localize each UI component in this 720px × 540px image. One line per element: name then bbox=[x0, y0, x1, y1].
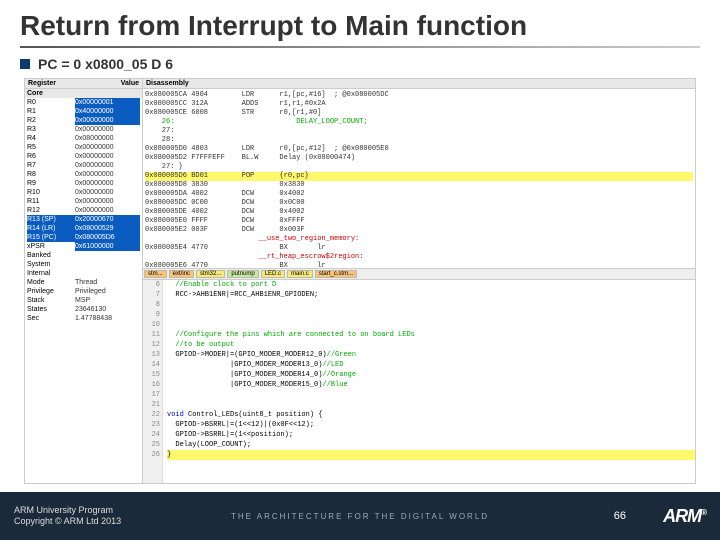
disasm-row[interactable]: 0x080005CA 4904 LDR r1,[pc,#16] ; @0x080… bbox=[145, 91, 693, 100]
disasm-row[interactable]: __use_two_region_memory: bbox=[145, 235, 693, 244]
editor-tab[interactable]: main.c bbox=[287, 270, 313, 278]
disasm-header: Disassembly bbox=[143, 79, 695, 89]
title-underline bbox=[20, 46, 700, 48]
reg-group[interactable]: Core bbox=[25, 89, 142, 98]
disassembly-view[interactable]: 0x080005CA 4904 LDR r1,[pc,#16] ; @0x080… bbox=[143, 89, 695, 269]
code-line[interactable] bbox=[167, 400, 695, 410]
editor-tab[interactable]: stm32... bbox=[196, 270, 225, 278]
code-line[interactable]: |GPIO_MODER_MODER15_0)//Blue bbox=[167, 380, 695, 390]
registers-pane: Register Value CoreR00x00000001R10x40000… bbox=[25, 79, 143, 483]
reg-row[interactable]: System bbox=[25, 260, 142, 269]
reg-row[interactable]: R100x00000000 bbox=[25, 188, 142, 197]
disasm-row[interactable]: 0x080005DA 4002 DCW 0x4002 bbox=[145, 190, 693, 199]
editor-tab[interactable]: LED.c bbox=[261, 270, 285, 278]
code-line[interactable]: |GPIO_MODER_MODER13_0)//LED bbox=[167, 360, 695, 370]
reg-row[interactable]: R30x00000000 bbox=[25, 125, 142, 134]
reg-row[interactable]: R10x40000000 bbox=[25, 107, 142, 116]
slide-title: Return from Interrupt to Main function bbox=[0, 0, 720, 46]
code-line[interactable]: //Configure the pins which are connected… bbox=[167, 330, 695, 340]
disasm-row[interactable]: 0x080005CC 312A ADDS r1,r1,#0x2A bbox=[145, 100, 693, 109]
disasm-row[interactable]: 0x080005DC 0C00 DCW 0x0C00 bbox=[145, 199, 693, 208]
editor-tab[interactable]: ext/inc bbox=[169, 270, 194, 278]
reg-row[interactable]: R13 (SP)0x20000670 bbox=[25, 215, 142, 224]
reg-row[interactable]: R15 (PC)0x080005D6 bbox=[25, 233, 142, 242]
disasm-row[interactable]: 0x080005D0 4803 LDR r0,[pc,#12] ; @0x080… bbox=[145, 145, 693, 154]
source-editor[interactable]: 67891011121314151617212223242526 //Enabl… bbox=[143, 280, 695, 483]
reg-row[interactable]: R60x00000000 bbox=[25, 152, 142, 161]
code-line[interactable]: } bbox=[167, 450, 695, 460]
reg-row[interactable]: R14 (LR)0x08000529 bbox=[25, 224, 142, 233]
reg-col1: Register bbox=[28, 80, 56, 87]
reg-row[interactable]: R90x00000000 bbox=[25, 179, 142, 188]
reg-row[interactable]: R110x00000000 bbox=[25, 197, 142, 206]
editor-tab[interactable]: start_c.stm... bbox=[315, 270, 357, 278]
reg-row[interactable]: R70x00000000 bbox=[25, 161, 142, 170]
ide-screenshot: Register Value CoreR00x00000001R10x40000… bbox=[24, 78, 696, 484]
code-line[interactable]: RCC->AHB1ENR|=RCC_AHB1ENR_GPIODEN; bbox=[167, 290, 695, 300]
reg-row[interactable]: R20x00000000 bbox=[25, 116, 142, 125]
code-line[interactable]: GPIOD->MODER|=(GPIO_MODER_MODER12_0)//Gr… bbox=[167, 350, 695, 360]
editor-tab[interactable]: putnump bbox=[227, 270, 258, 278]
disasm-row[interactable]: 0x080005E6 4770 BX lr bbox=[145, 262, 693, 269]
page-number: 66 bbox=[614, 510, 626, 522]
code-line[interactable]: |GPIO_MODER_MODER14_0)//Orange bbox=[167, 370, 695, 380]
reg-row[interactable]: R80x00000000 bbox=[25, 170, 142, 179]
disasm-row[interactable]: __rt_heap_escrow$2region: bbox=[145, 253, 693, 262]
reg-row[interactable]: R50x00000000 bbox=[25, 143, 142, 152]
reg-row[interactable]: Sec1.47788438 bbox=[25, 314, 142, 323]
reg-row[interactable]: R00x00000001 bbox=[25, 98, 142, 107]
code-line[interactable]: //to be output bbox=[167, 340, 695, 350]
disasm-row[interactable]: 0x080005E4 4770 BX lr bbox=[145, 244, 693, 253]
bullet-icon bbox=[20, 59, 30, 69]
reg-col2: Value bbox=[121, 80, 139, 87]
footer-tagline: THE ARCHITECTURE FOR THE DIGITAL WORLD bbox=[231, 512, 489, 521]
code-line[interactable] bbox=[167, 460, 695, 470]
code-line[interactable] bbox=[167, 320, 695, 330]
reg-row[interactable]: States23646130 bbox=[25, 305, 142, 314]
subtitle: PC = 0 x0800_05 D 6 bbox=[38, 56, 173, 72]
disasm-row[interactable]: 27: } bbox=[145, 163, 693, 172]
code-line[interactable] bbox=[167, 310, 695, 320]
code-line[interactable]: void Control_LEDs(uint8_t position) { bbox=[167, 410, 695, 420]
code-line[interactable] bbox=[167, 390, 695, 400]
disasm-row[interactable]: 0x080005CE 6008 STR r0,[r1,#0] bbox=[145, 109, 693, 118]
editor-tab[interactable]: stm... bbox=[144, 270, 167, 278]
disasm-row[interactable]: 27: bbox=[145, 127, 693, 136]
code-line[interactable]: GPIOD->BSRRL|=(1<<position); bbox=[167, 430, 695, 440]
arm-logo: ARM® bbox=[663, 506, 706, 527]
disasm-row[interactable]: 0x080005E0 FFFF DCW 0xFFFF bbox=[145, 217, 693, 226]
disasm-row[interactable]: 0x080005D6 BD01 POP {r0,pc} bbox=[145, 172, 693, 181]
reg-row[interactable]: StackMSP bbox=[25, 296, 142, 305]
reg-row[interactable]: xPSR0x61000000 bbox=[25, 242, 142, 251]
reg-row[interactable]: Banked bbox=[25, 251, 142, 260]
disasm-row[interactable]: 0x080005DE 4002 DCW 0x4002 bbox=[145, 208, 693, 217]
code-line[interactable]: //Enable clock to port D bbox=[167, 280, 695, 290]
footer-line2: Copyright © ARM Ltd 2013 bbox=[14, 516, 121, 527]
code-line[interactable] bbox=[167, 300, 695, 310]
reg-row[interactable]: Internal bbox=[25, 269, 142, 278]
reg-row[interactable]: ModeThread bbox=[25, 278, 142, 287]
reg-row[interactable]: R120x00000000 bbox=[25, 206, 142, 215]
footer: ARM University Program Copyright © ARM L… bbox=[0, 492, 720, 540]
registers-header: Register Value bbox=[25, 79, 142, 89]
reg-row[interactable]: R40x08000000 bbox=[25, 134, 142, 143]
disasm-row[interactable]: 0x080005E2 003F DCW 0x003F bbox=[145, 226, 693, 235]
disasm-row[interactable]: 0x080005D2 F7FFFEFF BL.W Delay (0x080004… bbox=[145, 154, 693, 163]
disasm-row[interactable]: 0x080005D8 3830 0x3830 bbox=[145, 181, 693, 190]
editor-tabs[interactable]: stm...ext/incstm32...putnumpLED.cmain.cs… bbox=[143, 269, 695, 280]
code-line[interactable]: GPIOD->BSRRL|=(1<<12)|(0x0F<<12); bbox=[167, 420, 695, 430]
disasm-row[interactable]: 26: DELAY_LOOP_COUNT; bbox=[145, 118, 693, 127]
code-line[interactable]: Delay(LOOP_COUNT); bbox=[167, 440, 695, 450]
disasm-row[interactable]: 28: bbox=[145, 136, 693, 145]
footer-line1: ARM University Program bbox=[14, 505, 121, 516]
reg-row[interactable]: PrivilegePrivileged bbox=[25, 287, 142, 296]
